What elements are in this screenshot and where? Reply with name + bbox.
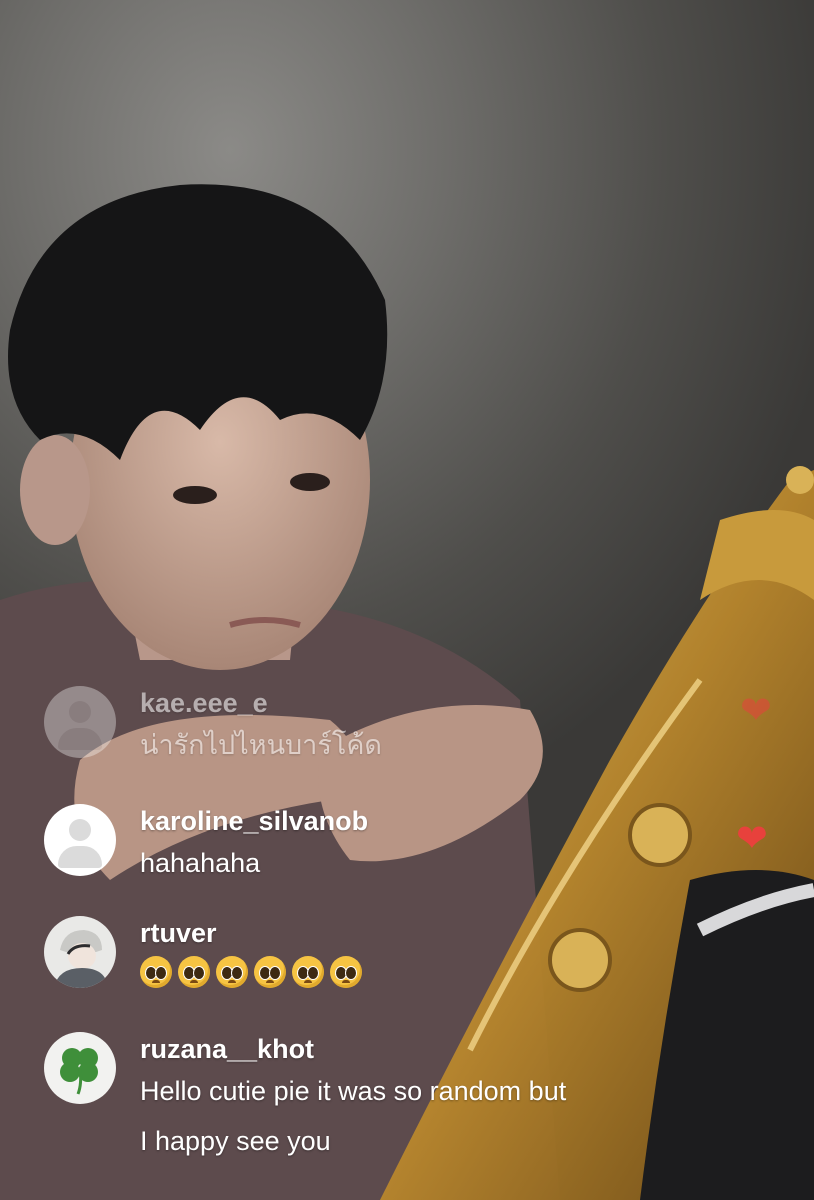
pleading-face-emoji-icon [330,956,362,988]
pleading-face-emoji-icon [292,956,324,988]
pleading-face-emoji-icon [178,956,210,988]
comment-username[interactable]: rtuver [140,916,362,950]
pleading-face-emoji-icon [140,956,172,988]
comment-username[interactable]: ruzana__khot [140,1032,566,1066]
pleading-face-emoji-icon [254,956,286,988]
heart-icon: ❤ [740,690,772,732]
illustrated-avatar-icon[interactable] [44,916,116,988]
comment-item: kae.eee_e น่ารักไปไหนบาร์โค้ด [44,686,382,770]
comment-item: rtuver [44,916,362,988]
pleading-face-emoji-icon [216,956,248,988]
comment-item: ruzana__khot Hello cutie pie it was so r… [44,1032,566,1166]
clover-avatar-icon[interactable] [44,1032,116,1104]
comment-message-pleading-faces [140,956,362,988]
default-avatar-icon[interactable] [44,804,116,876]
comment-message: hahahaha [140,848,261,878]
comment-username[interactable]: kae.eee_e [140,686,382,720]
default-avatar-icon[interactable] [44,686,116,758]
comment-item: karoline_silvanob hahahaha [44,804,368,888]
comment-message-line-1: Hello cutie pie it was so random but [140,1076,567,1106]
comment-username[interactable]: karoline_silvanob [140,804,368,838]
video-scene-illustration [0,184,814,1200]
heart-icon: ❤ [736,818,768,860]
comment-message: น่ารักไปไหนบาร์โค้ด [140,730,382,760]
comment-message-line-2: I happy see you [140,1126,331,1156]
live-video-frame: ❤ ❤ [0,0,814,1200]
